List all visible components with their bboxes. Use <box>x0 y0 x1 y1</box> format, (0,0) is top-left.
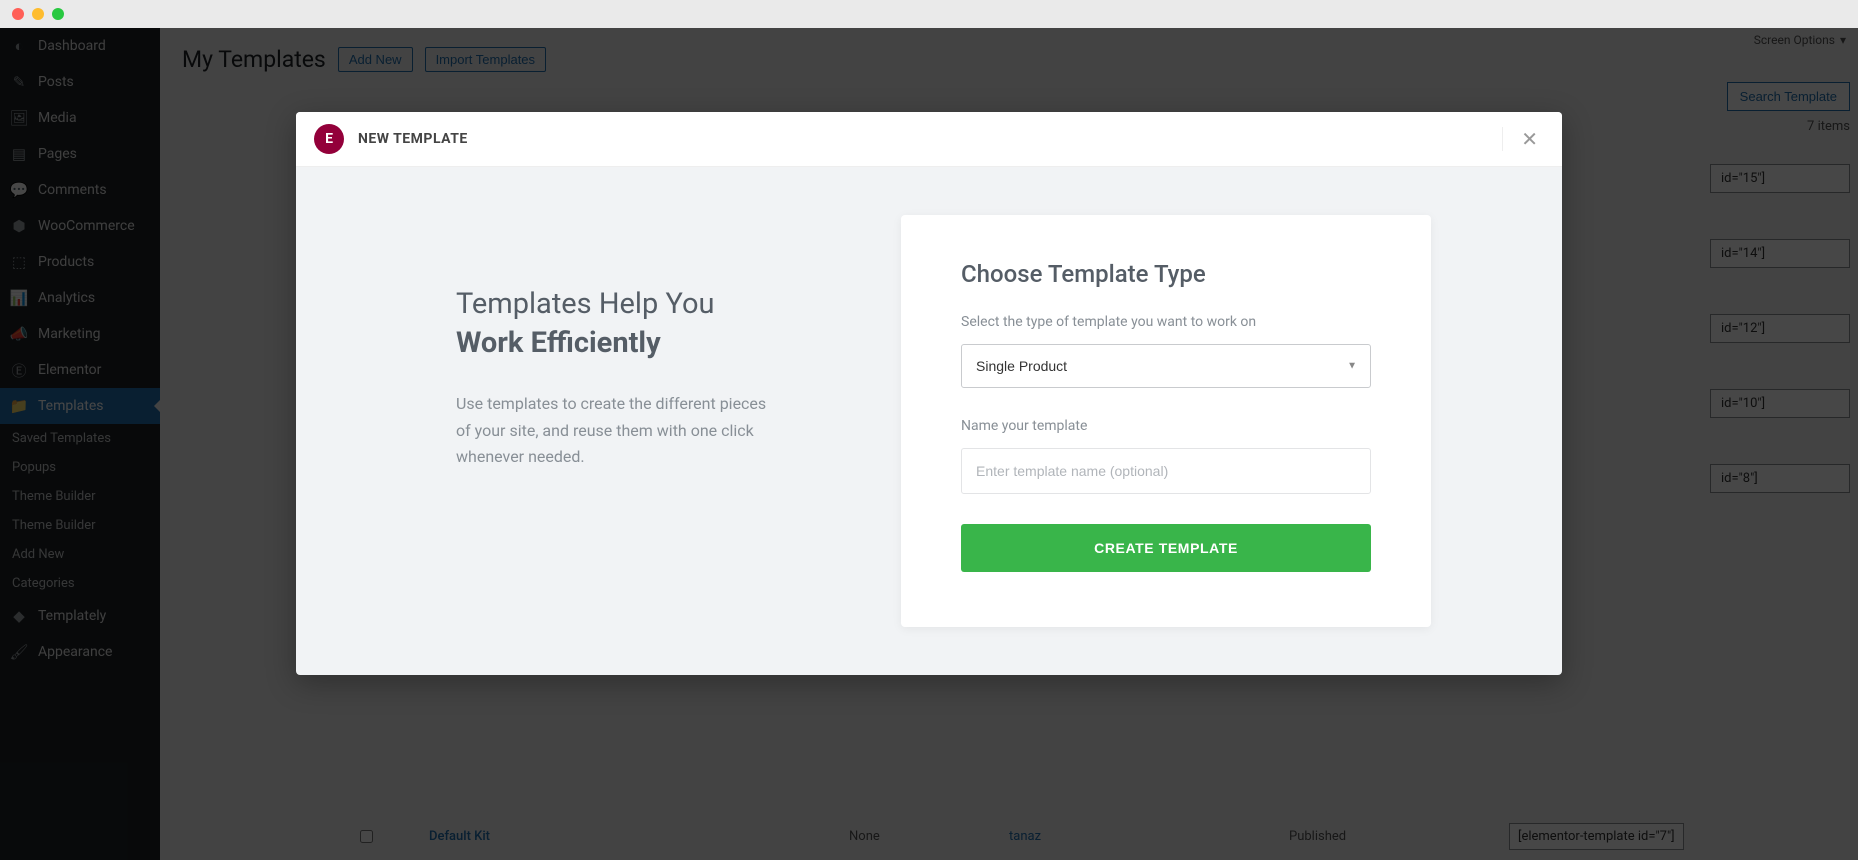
elementor-logo-icon: E <box>314 124 344 154</box>
template-form: Choose Template Type Select the type of … <box>901 215 1431 627</box>
blurb-description: Use templates to create the different pi… <box>456 391 776 470</box>
create-template-button[interactable]: CREATE TEMPLATE <box>961 524 1371 572</box>
form-title: Choose Template Type <box>961 260 1371 288</box>
modal-header: E NEW TEMPLATE ✕ <box>296 112 1562 167</box>
modal-overlay: E NEW TEMPLATE ✕ Templates Help You Work… <box>0 28 1858 860</box>
modal-title: NEW TEMPLATE <box>358 131 468 147</box>
template-type-select[interactable]: Single Product <box>961 344 1371 388</box>
window-minimize-icon[interactable] <box>32 8 44 20</box>
window-close-icon[interactable] <box>12 8 24 20</box>
template-name-input[interactable] <box>961 448 1371 494</box>
mac-titlebar <box>0 0 1858 28</box>
name-label: Name your template <box>961 418 1371 434</box>
close-icon[interactable]: ✕ <box>1502 127 1544 151</box>
new-template-modal: E NEW TEMPLATE ✕ Templates Help You Work… <box>296 112 1562 675</box>
blurb-heading: Templates Help You Work Efficiently <box>456 285 801 363</box>
type-label: Select the type of template you want to … <box>961 314 1371 330</box>
window-zoom-icon[interactable] <box>52 8 64 20</box>
